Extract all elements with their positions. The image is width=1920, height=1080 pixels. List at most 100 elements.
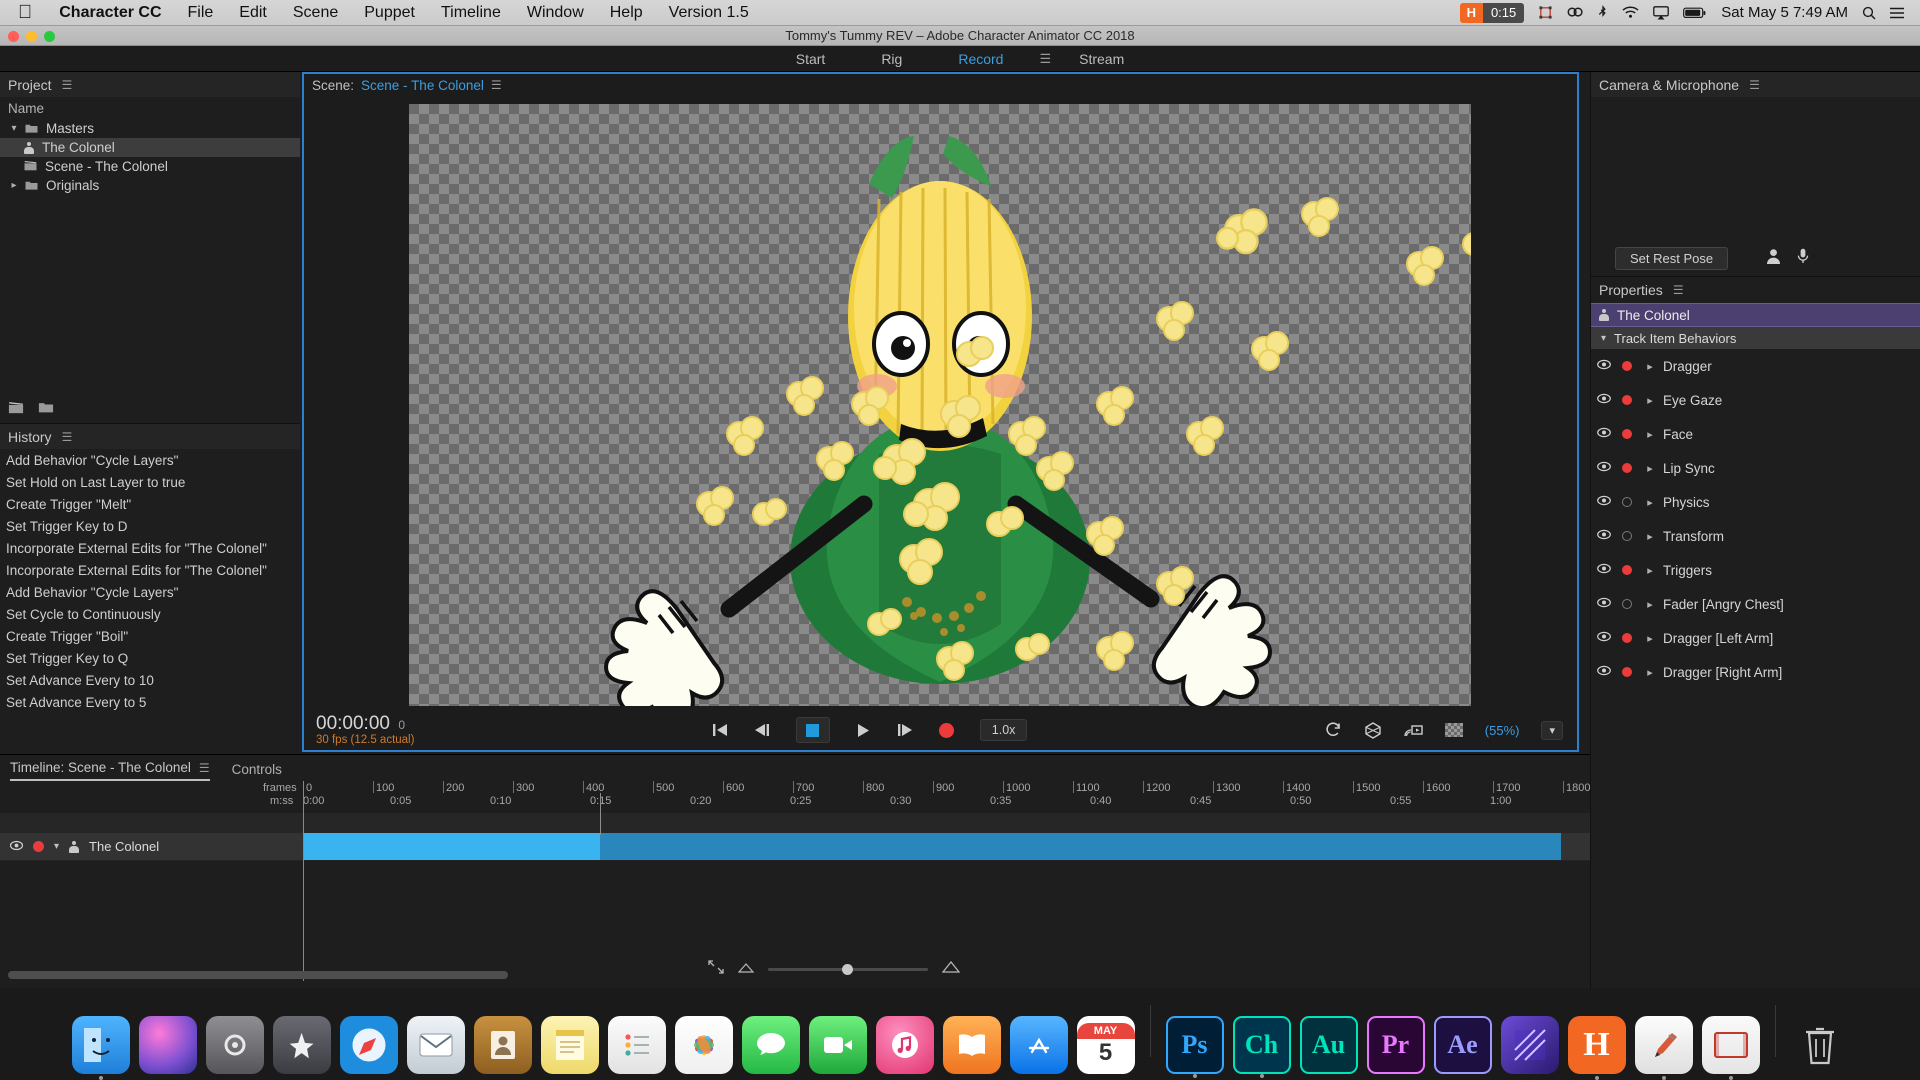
menu-item-app[interactable]: Character CC	[46, 4, 174, 22]
chevron-right-icon[interactable]: ▸	[1637, 530, 1663, 543]
dock-item-system-preferences[interactable]	[205, 1016, 264, 1074]
tab-stream[interactable]: Stream	[1051, 51, 1152, 67]
menu-bar-clock[interactable]: Sat May 5 7:49 AM	[1721, 4, 1848, 21]
arm-record-toggle[interactable]	[1617, 497, 1637, 507]
dock-item-photoshop[interactable]: Ps	[1165, 1016, 1224, 1078]
chevron-right-icon[interactable]: ▸	[1637, 360, 1663, 373]
arm-record-toggle[interactable]	[1617, 667, 1637, 677]
dock-item-siri[interactable]	[138, 1016, 197, 1074]
behavior-row-dragger[interactable]: ▸ Dragger	[1591, 349, 1920, 383]
window-traffic-lights[interactable]	[8, 31, 55, 42]
dock-item-notes[interactable]	[540, 1016, 599, 1074]
chevron-right-icon[interactable]: ▸	[1637, 564, 1663, 577]
minimize-window-button[interactable]	[26, 31, 37, 42]
history-item[interactable]: Incorporate External Edits for "The Colo…	[0, 537, 300, 559]
eye-icon[interactable]	[1591, 495, 1617, 509]
set-rest-pose-button[interactable]: Set Rest Pose	[1615, 246, 1729, 270]
properties-panel-menu-icon[interactable]: ☰	[1673, 283, 1684, 297]
project-column-header-name[interactable]: Name	[0, 97, 300, 119]
wifi-icon[interactable]	[1622, 6, 1639, 19]
history-item[interactable]: Set Trigger Key to Q	[0, 647, 300, 669]
project-panel-menu-icon[interactable]: ☰	[62, 78, 73, 92]
dock-item-character-animator[interactable]: Ch	[1232, 1016, 1291, 1078]
properties-group-track-item-behaviors[interactable]: ▾ Track Item Behaviors	[1591, 327, 1920, 349]
battery-icon[interactable]	[1683, 7, 1707, 19]
camera-face-icon[interactable]	[1766, 248, 1781, 268]
dock-item-media-encoder[interactable]	[1500, 1016, 1559, 1074]
chevron-down-icon[interactable]: ▾	[1541, 720, 1563, 740]
dock-item-premiere-pro[interactable]: Pr	[1366, 1016, 1425, 1074]
dock-item-trash[interactable]	[1791, 1016, 1849, 1074]
chevron-right-icon[interactable]: ▸	[1637, 598, 1663, 611]
timeline-zoom-slider-knob[interactable]	[842, 964, 853, 975]
dock-item-itunes[interactable]	[875, 1016, 934, 1074]
menu-item-window[interactable]: Window	[514, 4, 597, 22]
chevron-right-icon[interactable]: ▸	[6, 180, 22, 191]
behavior-row-face[interactable]: ▸ Face	[1591, 417, 1920, 451]
timeline-menu-icon[interactable]: ☰	[199, 761, 210, 775]
eye-icon[interactable]	[1591, 529, 1617, 543]
arm-record-toggle[interactable]	[1617, 361, 1637, 371]
arm-record-toggle[interactable]	[1617, 599, 1637, 609]
dock-item-audition[interactable]: Au	[1299, 1016, 1358, 1074]
menu-item-scene[interactable]: Scene	[280, 4, 351, 22]
project-tree-item-scene[interactable]: Scene - The Colonel	[0, 157, 300, 176]
menu-item-help[interactable]: Help	[597, 4, 656, 22]
dock-item-hazeover[interactable]: H	[1567, 1016, 1626, 1080]
dock-item-screenflow[interactable]	[1701, 1016, 1760, 1080]
dock-item-contacts[interactable]	[473, 1016, 532, 1074]
search-icon[interactable]	[1862, 6, 1876, 20]
dock-item-calendar[interactable]: MAY 5	[1076, 1016, 1135, 1074]
timeline-ruler[interactable]: frames m:ss 0 100 200 300 400 500 600 70…	[0, 781, 1590, 813]
behavior-row-triggers[interactable]: ▸ Triggers	[1591, 553, 1920, 587]
behavior-row-fader-angry-chest[interactable]: ▸ Fader [Angry Chest]	[1591, 587, 1920, 621]
dock-item-facetime[interactable]	[808, 1016, 867, 1074]
arm-record-toggle[interactable]	[1617, 633, 1637, 643]
chevron-down-icon[interactable]: ▾	[6, 123, 22, 134]
fit-icon[interactable]	[708, 960, 724, 979]
tab-rig[interactable]: Rig	[853, 51, 930, 67]
history-item[interactable]: Create Trigger "Boil"	[0, 625, 300, 647]
dock-item-messages[interactable]	[741, 1016, 800, 1074]
project-tree-item-the-colonel[interactable]: The Colonel	[0, 138, 300, 157]
eye-icon[interactable]	[1591, 665, 1617, 679]
microphone-icon[interactable]	[1797, 248, 1809, 268]
close-window-button[interactable]	[8, 31, 19, 42]
behavior-row-transform[interactable]: ▸ Transform	[1591, 519, 1920, 553]
tab-timeline[interactable]: Timeline: Scene - The Colonel ☰	[10, 760, 210, 781]
dock-item-mail[interactable]	[406, 1016, 465, 1074]
chevron-down-icon[interactable]: ▾	[1601, 333, 1606, 344]
properties-selected-item[interactable]: The Colonel	[1591, 303, 1920, 327]
tab-record[interactable]: Record	[930, 51, 1031, 67]
workspace-menu-icon[interactable]: ☰	[1039, 51, 1051, 67]
camera-input-icon[interactable]	[1364, 721, 1382, 739]
behavior-row-lip-sync[interactable]: ▸ Lip Sync	[1591, 451, 1920, 485]
eye-icon[interactable]	[1591, 597, 1617, 611]
zoom-in-icon[interactable]	[941, 960, 961, 979]
zoom-window-button[interactable]	[44, 31, 55, 42]
arm-record-toggle[interactable]	[1617, 429, 1637, 439]
chevron-right-icon[interactable]: ▸	[1637, 496, 1663, 509]
menu-item-timeline[interactable]: Timeline	[428, 4, 514, 22]
stage-zoom-level[interactable]: (55%)	[1485, 723, 1520, 738]
record-button[interactable]	[938, 722, 954, 738]
arm-record-toggle[interactable]	[1617, 463, 1637, 473]
transparency-grid-icon[interactable]	[1444, 723, 1463, 737]
dock-item-app-store[interactable]	[1009, 1016, 1068, 1074]
history-item[interactable]: Create Trigger "Melt"	[0, 493, 300, 515]
arm-record-toggle[interactable]	[1617, 565, 1637, 575]
dock-item-finder[interactable]	[71, 1016, 130, 1080]
behavior-row-dragger-left-arm[interactable]: ▸ Dragger [Left Arm]	[1591, 621, 1920, 655]
arm-record-toggle[interactable]	[1617, 395, 1637, 405]
tab-start[interactable]: Start	[768, 51, 854, 67]
artboard-icon[interactable]	[1538, 5, 1553, 20]
history-panel-menu-icon[interactable]: ☰	[62, 430, 73, 444]
dock-item-photos[interactable]	[674, 1016, 733, 1074]
history-item[interactable]: Set Trigger Key to D	[0, 515, 300, 537]
behavior-row-eye-gaze[interactable]: ▸ Eye Gaze	[1591, 383, 1920, 417]
airplay-icon[interactable]	[1653, 5, 1670, 20]
timeline-zoom-slider[interactable]	[768, 964, 928, 975]
dock-item-after-effects[interactable]: Ae	[1433, 1016, 1492, 1074]
project-tree-item-masters[interactable]: ▾ Masters	[0, 119, 300, 138]
eye-icon[interactable]	[1591, 563, 1617, 577]
